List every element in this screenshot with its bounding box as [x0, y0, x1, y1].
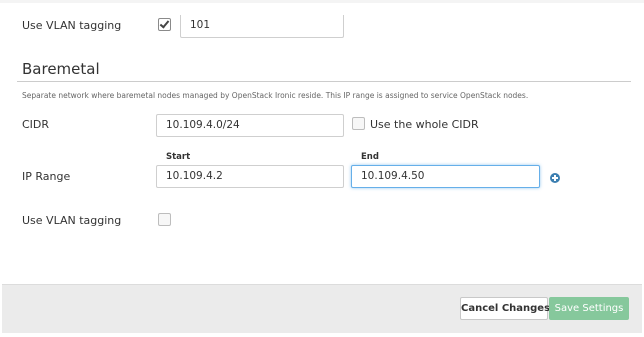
vlan-id-input-top[interactable]: 101	[180, 15, 344, 38]
ip-range-label: IP Range	[22, 170, 71, 183]
checkmark-icon	[159, 18, 170, 29]
use-whole-cidr-checkbox[interactable]	[352, 117, 365, 130]
use-whole-cidr-label: Use the whole CIDR	[370, 118, 479, 131]
save-settings-button[interactable]: Save Settings	[549, 297, 629, 320]
cidr-label: CIDR	[22, 118, 50, 131]
network-settings-page: Use VLAN tagging 101 Baremetal Separate …	[0, 0, 644, 337]
section-description: Separate network where baremetal nodes m…	[22, 91, 529, 100]
ip-range-end-header: End	[361, 152, 379, 162]
plus-circle-icon[interactable]	[550, 173, 560, 183]
section-title-baremetal: Baremetal	[22, 60, 100, 78]
ip-range-end-input[interactable]: 10.109.4.50	[351, 165, 540, 188]
vlan-tagging-checkbox[interactable]	[158, 213, 171, 226]
ip-range-start-input[interactable]: 10.109.4.2	[156, 165, 344, 188]
top-edge	[0, 0, 644, 3]
vlan-tagging-label: Use VLAN tagging	[22, 214, 122, 227]
section-divider	[17, 81, 631, 82]
vlan-tagging-checkbox-top[interactable]	[158, 18, 171, 31]
cancel-changes-button[interactable]: Cancel Changes	[460, 297, 550, 320]
vlan-tagging-label-top: Use VLAN tagging	[22, 19, 122, 32]
ip-range-start-header: Start	[166, 152, 191, 162]
cidr-input[interactable]: 10.109.4.0/24	[156, 114, 344, 137]
